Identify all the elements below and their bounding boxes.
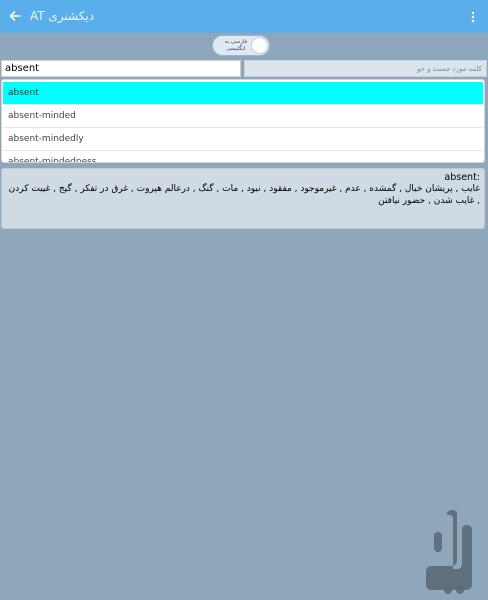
translation-result: absent: غایب , پریشان خیال , گمشده , عدم… (1, 168, 485, 229)
app-bar: دیکشنری AT (0, 0, 488, 33)
farsi-search-input[interactable] (244, 60, 487, 77)
arrow-left-icon (9, 11, 21, 21)
toggle-label: فارسی به انگلیسی (224, 39, 248, 52)
result-word: absent: (444, 172, 480, 183)
suggestion-item-absent[interactable]: absent (3, 82, 483, 105)
app-title: دیکشنری AT (30, 9, 95, 23)
toggle-knob[interactable] (252, 38, 267, 53)
result-meaning: غایب , پریشان خیال , گمشده , عدم , غیرمو… (8, 184, 480, 206)
suggestion-item-absent-mindedly[interactable]: absent-mindedly (3, 128, 483, 151)
store-logo-icon (426, 509, 472, 594)
english-search-input[interactable] (1, 60, 241, 77)
overflow-menu-button[interactable] (466, 8, 480, 26)
back-button[interactable] (6, 7, 24, 25)
suggestion-item-absent-minded[interactable]: absent-minded (3, 105, 483, 128)
more-vertical-icon (471, 11, 475, 23)
suggestion-item-absent-mindedness[interactable]: absent-mindedness (3, 151, 483, 162)
suggestion-list: absent absent-minded absent-mindedly abs… (1, 79, 485, 163)
language-direction-toggle[interactable]: فارسی به انگلیسی (212, 35, 270, 56)
